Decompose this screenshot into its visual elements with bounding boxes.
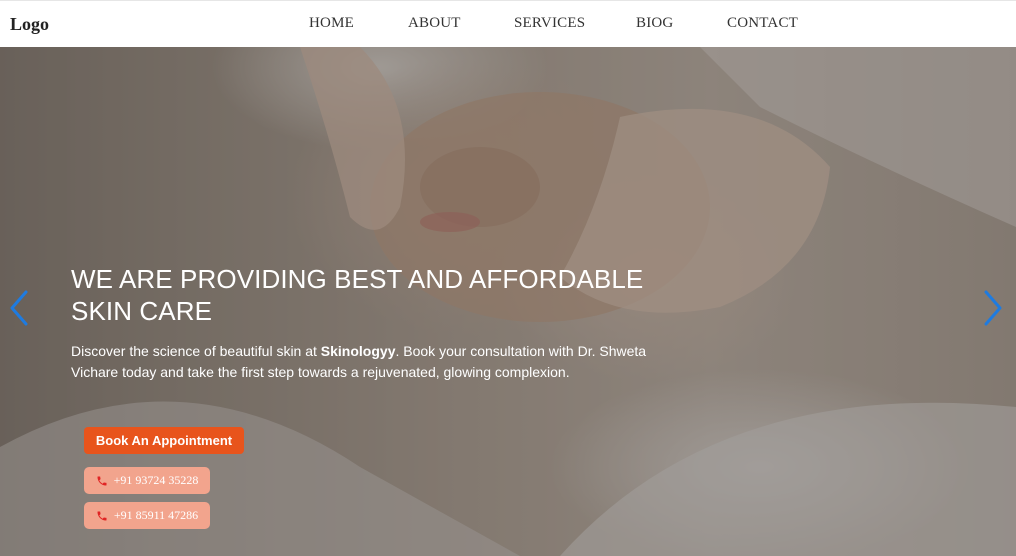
phone-number-2: +91 85911 47286 — [113, 508, 199, 522]
hero-carousel: WE ARE PROVIDING BEST AND AFFORDABLE SKI… — [0, 47, 1016, 556]
book-appointment-button[interactable]: Book An Appointment — [84, 427, 244, 454]
phone-button-2[interactable]: +91 85911 47286 — [84, 502, 210, 529]
nav-link-contact[interactable]: CONTACT — [727, 15, 798, 32]
logo[interactable]: Logo — [10, 14, 49, 35]
nav-link-blog[interactable]: BIOG — [636, 15, 673, 32]
chevron-right-icon[interactable] — [982, 290, 1004, 326]
brand-name: Skinologyy — [320, 343, 396, 359]
nav-link-services[interactable]: SERVICES — [514, 15, 585, 32]
hero-description-intro: Discover the science of beautiful skin a… — [71, 343, 321, 359]
hero-title-line-1: WE ARE PROVIDING BEST AND AFFORDABLE — [71, 264, 644, 294]
hero-title: WE ARE PROVIDING BEST AND AFFORDABLE SKI… — [71, 263, 671, 327]
hero-description: Discover the science of beautiful skin a… — [71, 341, 671, 383]
phone-icon — [97, 476, 107, 485]
navbar: Logo HOME ABOUT SERVICES BIOG CONTACT — [0, 0, 1016, 47]
hero-title-line-2: SKIN CARE — [71, 296, 213, 326]
phone-number-1: +91 93724 35228 — [113, 473, 199, 487]
nav-link-about[interactable]: ABOUT — [408, 15, 461, 32]
phone-icon — [97, 511, 107, 520]
nav-link-home[interactable]: HOME — [309, 15, 354, 32]
phone-button-1[interactable]: +91 93724 35228 — [84, 467, 210, 494]
chevron-left-icon[interactable] — [8, 290, 30, 326]
